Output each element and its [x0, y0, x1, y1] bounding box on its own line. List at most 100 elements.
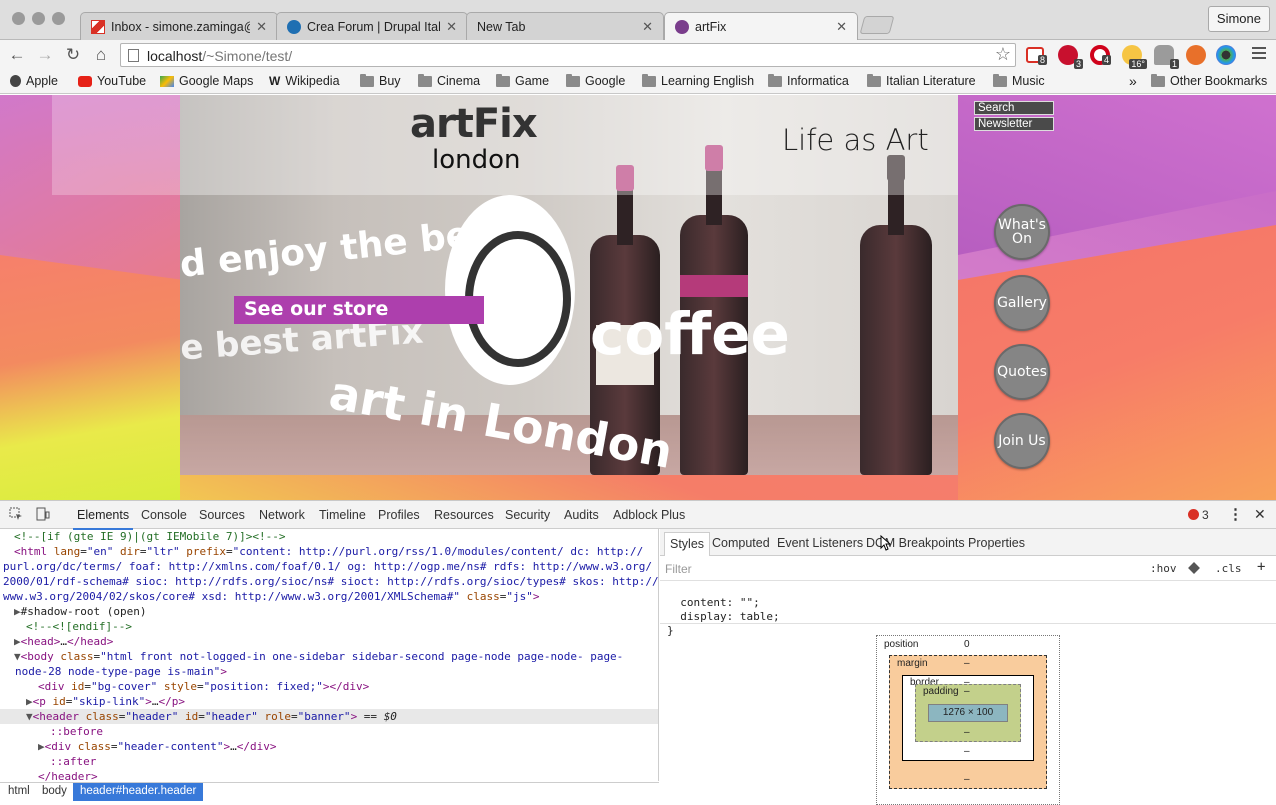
- dom-node[interactable]: node-28 node-type-page is-main">: [15, 664, 658, 679]
- styles-tab-styles[interactable]: Styles: [664, 532, 711, 556]
- devtools-tab-adblock-plus[interactable]: Adblock Plus: [613, 508, 685, 522]
- weather-extension-icon[interactable]: 16°: [1122, 45, 1147, 69]
- home-icon[interactable]: ⌂: [90, 44, 112, 66]
- box-model-content-size[interactable]: 1276 × 100: [928, 704, 1008, 722]
- class-toggle[interactable]: .cls: [1215, 562, 1242, 575]
- minimize-window-icon[interactable]: [32, 12, 45, 25]
- dom-node[interactable]: <div id="bg-cover" style="position: fixe…: [38, 679, 658, 694]
- bookmark-folder-music[interactable]: Music: [993, 73, 1045, 88]
- see-our-store-button[interactable]: See our store: [234, 296, 484, 324]
- bookmark-folder-google[interactable]: Google: [566, 73, 625, 88]
- css-rule[interactable]: content: ""; display: table; }: [667, 582, 780, 638]
- devtools-tab-console[interactable]: Console: [141, 508, 187, 522]
- close-tab-icon[interactable]: ✕: [446, 19, 457, 35]
- browser-tab-new-tab[interactable]: New Tab ✕: [466, 12, 664, 40]
- bookmark-youtube[interactable]: YouTube: [78, 74, 146, 88]
- dom-node[interactable]: </header>: [38, 769, 658, 781]
- styles-tab-properties[interactable]: Properties: [968, 536, 1025, 550]
- devtools-tab-security[interactable]: Security: [505, 508, 550, 522]
- bookmark-folder-game[interactable]: Game: [496, 73, 549, 88]
- new-style-rule-icon[interactable]: +: [1257, 559, 1265, 575]
- bookmark-wikipedia[interactable]: W Wikipedia: [269, 74, 340, 88]
- breadcrumb-body[interactable]: body: [42, 785, 67, 797]
- newsletter-link[interactable]: Newsletter: [974, 117, 1054, 131]
- ghostery-icon[interactable]: 1: [1154, 45, 1179, 69]
- inspect-element-icon[interactable]: [9, 507, 23, 521]
- elements-tree[interactable]: <!--[if (gte IE 9)|(gt IEMobile 7)]><!--…: [0, 529, 659, 781]
- address-bar[interactable]: localhost/~Simone/test/ ☆: [120, 43, 1016, 67]
- styles-filter-input[interactable]: Filter: [665, 562, 692, 576]
- color-picker-icon[interactable]: [1216, 45, 1236, 65]
- dom-node[interactable]: www.w3.org/2004/02/skos/core# xsd: http:…: [3, 589, 658, 604]
- back-icon[interactable]: ←: [6, 44, 28, 66]
- devtools-tab-audits[interactable]: Audits: [564, 508, 599, 522]
- close-tab-icon[interactable]: ✕: [642, 19, 653, 35]
- zoom-window-icon[interactable]: [52, 12, 65, 25]
- nav-quotes-button[interactable]: Quotes: [994, 344, 1050, 400]
- css-declaration[interactable]: content: "";: [667, 596, 759, 609]
- bookmark-google-maps[interactable]: Google Maps: [160, 74, 253, 88]
- chrome-menu-icon[interactable]: [1252, 47, 1266, 62]
- box-margin-top-value[interactable]: –: [964, 658, 970, 669]
- styles-tab-event-listeners[interactable]: Event Listeners: [777, 536, 863, 550]
- devtools-tab-timeline[interactable]: Timeline: [319, 508, 366, 522]
- bookmark-folder-other[interactable]: Other Bookmarks: [1151, 73, 1267, 88]
- dom-node[interactable]: <!--<![endif]-->: [26, 619, 658, 634]
- devtools-tab-profiles[interactable]: Profiles: [378, 508, 420, 522]
- search-link[interactable]: Search: [974, 101, 1054, 115]
- bookmark-folder-informatica[interactable]: Informatica: [768, 73, 849, 88]
- dom-node[interactable]: ::after: [50, 754, 658, 769]
- bookmark-apple[interactable]: Apple: [10, 74, 58, 88]
- error-counter[interactable]: 3: [1188, 508, 1209, 522]
- dom-node[interactable]: purl.org/dc/terms/ foaf: http://xmlns.co…: [3, 559, 658, 574]
- browser-tab-drupal[interactable]: Crea Forum | Drupal Italia ✕: [276, 12, 468, 40]
- nav-join-us-button[interactable]: Join Us: [994, 413, 1050, 469]
- close-tab-icon[interactable]: ✕: [256, 19, 267, 35]
- dom-node-selected[interactable]: ▼<header class="header" id="header" role…: [0, 709, 658, 724]
- devtools-more-icon[interactable]: ⋮: [1228, 505, 1243, 523]
- reload-icon[interactable]: ↻: [62, 44, 84, 66]
- dom-node[interactable]: ▶<div class="header-content">…</div>: [38, 739, 658, 754]
- adblock-plus-icon[interactable]: 3: [1058, 45, 1083, 69]
- close-tab-icon[interactable]: ✕: [836, 19, 847, 35]
- css-declaration[interactable]: display: table;: [667, 610, 779, 623]
- box-padding-bottom-value[interactable]: –: [964, 727, 970, 738]
- duckduckgo-icon[interactable]: [1186, 45, 1206, 65]
- device-mode-icon[interactable]: [36, 507, 50, 521]
- devtools-tab-resources[interactable]: Resources: [434, 508, 494, 522]
- profile-button[interactable]: Simone: [1207, 6, 1270, 32]
- box-margin-bottom-value[interactable]: –: [964, 774, 970, 785]
- bookmark-star-icon[interactable]: ☆: [995, 44, 1011, 65]
- devtools-tab-elements[interactable]: Elements: [72, 508, 134, 530]
- rendering-icon[interactable]: [1188, 562, 1200, 574]
- dom-node[interactable]: <html lang="en" dir="ltr" prefix="conten…: [14, 544, 658, 559]
- box-border-bottom-value[interactable]: –: [964, 746, 970, 757]
- dom-node[interactable]: <!--[if (gte IE 9)|(gt IEMobile 7)]><!--…: [14, 529, 658, 544]
- bookmarks-overflow-chevron[interactable]: »: [1129, 73, 1137, 89]
- site-logo[interactable]: artFix: [410, 101, 538, 147]
- hover-state-toggle[interactable]: :hov: [1150, 562, 1177, 575]
- url-text[interactable]: localhost/~Simone/test/: [147, 48, 292, 64]
- bookmark-folder-learning-english[interactable]: Learning English: [642, 73, 754, 88]
- close-window-icon[interactable]: [12, 12, 25, 25]
- dom-node[interactable]: ::before: [50, 724, 658, 739]
- new-tab-button[interactable]: [859, 16, 895, 34]
- dom-node[interactable]: ▶<p id="skip-link">…</p>: [26, 694, 658, 709]
- box-position-value[interactable]: 0: [964, 639, 970, 650]
- nav-gallery-button[interactable]: Gallery: [994, 275, 1050, 331]
- breadcrumb-html[interactable]: html: [8, 785, 30, 797]
- dom-node[interactable]: ▼<body class="html front not-logged-in o…: [14, 649, 658, 664]
- box-padding-top-value[interactable]: –: [964, 686, 970, 697]
- styles-tab-computed[interactable]: Computed: [712, 536, 770, 550]
- dom-node[interactable]: ▶#shadow-root (open): [14, 604, 658, 619]
- dom-node[interactable]: ▶<head>…</head>: [14, 634, 658, 649]
- bookmark-folder-buy[interactable]: Buy: [360, 73, 401, 88]
- gmail-extension-icon[interactable]: 8: [1026, 47, 1047, 65]
- bookmark-folder-cinema[interactable]: Cinema: [418, 73, 480, 88]
- opera-extension-icon[interactable]: 4: [1090, 45, 1111, 65]
- devtools-close-icon[interactable]: ✕: [1254, 506, 1266, 523]
- nav-whats-on-button[interactable]: What's On: [994, 204, 1050, 260]
- devtools-tab-network[interactable]: Network: [259, 508, 305, 522]
- forward-icon[interactable]: →: [34, 44, 56, 66]
- browser-tab-artfix[interactable]: artFix ✕: [664, 12, 858, 40]
